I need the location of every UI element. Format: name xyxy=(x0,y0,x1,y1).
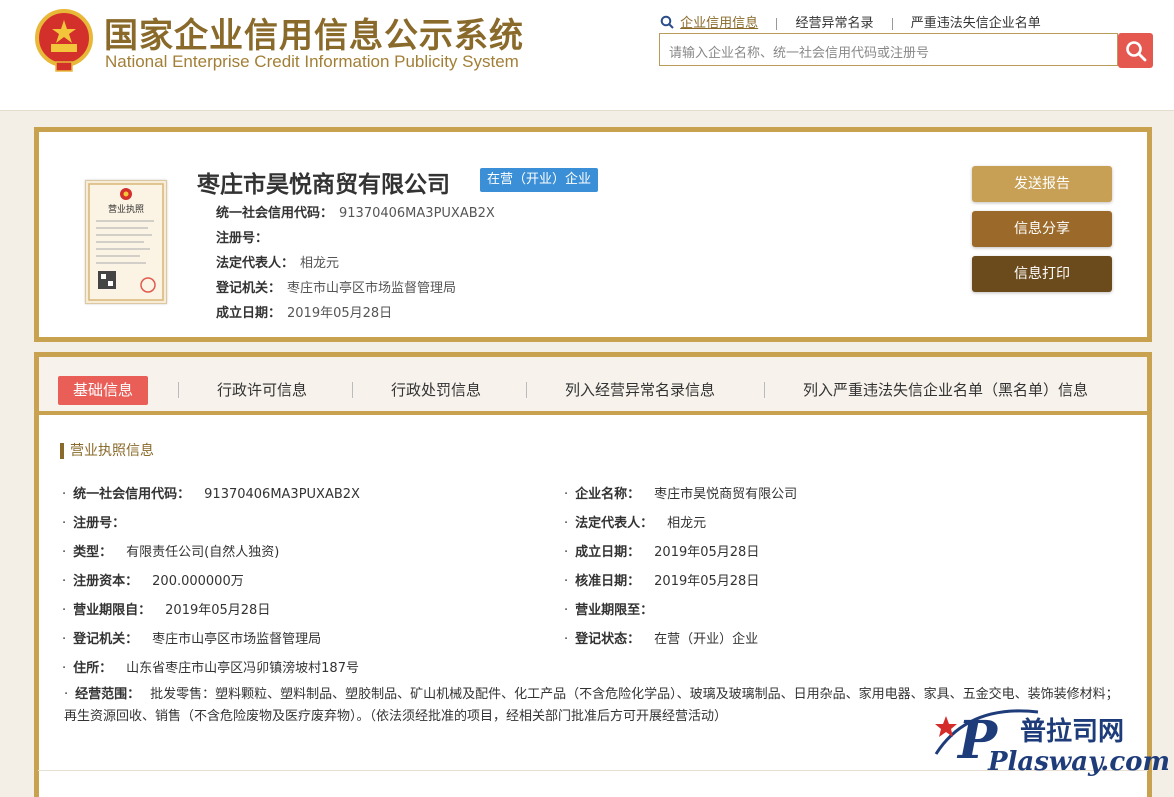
info-label: 登记机关： xyxy=(216,281,282,296)
info-reg-number: 注册号： xyxy=(216,227,274,246)
field-value: 枣庄市昊悦商贸有限公司 xyxy=(654,487,798,502)
tab-admin-penalty[interactable]: 行政处罚信息 xyxy=(391,379,481,400)
field-address: · 住所： 山东省枣庄市山亭区冯卯镇滂坡村187号 xyxy=(62,661,359,676)
field-credit-code: · 统一社会信用代码： 91370406MA3PUXAB2X xyxy=(62,487,360,502)
field-term-from: · 营业期限自： 2019年05月28日 xyxy=(62,603,271,618)
print-info-button[interactable]: 信息打印 xyxy=(972,256,1112,292)
field-reg-number: · 注册号： xyxy=(62,516,126,531)
tab-blacklist[interactable]: 列入严重违法失信企业名单（黑名单）信息 xyxy=(803,379,1088,400)
info-label: 注册号： xyxy=(216,231,269,246)
field-value: 有限责任公司(自然人独资) xyxy=(126,545,280,560)
top-nav: 企业信用信息 经营异常名录 严重违法失信企业名单 xyxy=(660,12,1041,33)
field-type: · 类型： 有限责任公司(自然人独资) xyxy=(62,545,280,560)
license-icon: 营业执照 xyxy=(88,183,164,301)
send-report-button[interactable]: 发送报告 xyxy=(972,166,1112,202)
field-label: 登记机关： xyxy=(73,632,139,647)
info-authority: 登记机关： 枣庄市山亭区市场监督管理局 xyxy=(216,277,456,296)
tab-separator xyxy=(526,382,527,398)
nav-enterprise-credit[interactable]: 企业信用信息 xyxy=(680,12,758,31)
site-title: 国家企业信用信息公示系统 xyxy=(104,16,524,56)
field-label: 登记状态： xyxy=(575,632,641,647)
company-summary-card: 营业执照 枣庄市昊悦商贸有限公司 在营（开业）企业 统一社会信用代码： 91370… xyxy=(34,127,1152,342)
info-legal-rep: 法定代表人： 相龙元 xyxy=(216,252,339,271)
watermark-cn: 普拉司网 xyxy=(1020,716,1124,747)
search-input[interactable]: 请输入企业名称、统一社会信用代码或注册号 xyxy=(659,33,1118,66)
license-title: 营业执照 xyxy=(108,203,144,215)
field-label: 类型： xyxy=(73,545,113,560)
field-value: 枣庄市山亭区市场监督管理局 xyxy=(152,632,322,647)
section-title: 营业执照信息 xyxy=(60,443,154,459)
site-header: 国家企业信用信息公示系统 National Enterprise Credit … xyxy=(0,0,1174,111)
field-term-to: · 营业期限至： xyxy=(564,603,654,618)
field-value: 2019年05月28日 xyxy=(654,574,760,589)
scope-label: 经营范围： xyxy=(75,687,141,702)
field-approval-date: · 核准日期： 2019年05月28日 xyxy=(564,574,760,589)
field-label: 注册资本： xyxy=(73,574,139,589)
status-badge: 在营（开业）企业 xyxy=(480,168,599,192)
watermark-en: Plasway.com xyxy=(987,747,1168,777)
field-label: 营业期限至： xyxy=(575,603,654,618)
info-value: 枣庄市山亭区市场监督管理局 xyxy=(287,281,457,296)
field-value: 山东省枣庄市山亭区冯卯镇滂坡村187号 xyxy=(126,661,359,676)
field-label: 企业名称： xyxy=(575,487,641,502)
share-info-button[interactable]: 信息分享 xyxy=(972,211,1112,247)
tab-separator xyxy=(764,382,765,398)
field-value: 2019年05月28日 xyxy=(165,603,271,618)
nav-separator xyxy=(776,17,778,30)
site-subtitle: National Enterprise Credit Information P… xyxy=(105,52,519,71)
field-value: 在营（开业）企业 xyxy=(654,632,759,647)
nav-separator xyxy=(891,17,893,30)
nav-abnormal-list[interactable]: 经营异常名录 xyxy=(795,12,873,31)
field-label: 成立日期： xyxy=(575,545,641,560)
field-authority: · 登记机关： 枣庄市山亭区市场监督管理局 xyxy=(62,632,322,647)
info-label: 成立日期： xyxy=(216,306,282,321)
info-value: 2019年05月28日 xyxy=(287,306,393,321)
tab-separator xyxy=(352,382,353,398)
company-name: 枣庄市昊悦商贸有限公司 xyxy=(197,172,450,198)
info-label: 法定代表人： xyxy=(216,256,295,271)
plasway-watermark-logo: P 普拉司网 Plasway.com xyxy=(934,709,1168,777)
field-label: 核准日期： xyxy=(575,574,641,589)
field-label: 营业期限自： xyxy=(73,603,152,618)
search-button[interactable] xyxy=(1118,33,1153,68)
national-emblem-icon xyxy=(35,9,93,72)
field-value: 200.000000万 xyxy=(152,574,244,589)
tab-separator xyxy=(178,382,179,398)
nav-blacklist[interactable]: 严重违法失信企业名单 xyxy=(911,12,1041,31)
field-established: · 成立日期： 2019年05月28日 xyxy=(564,545,760,560)
field-label: 住所： xyxy=(73,661,113,676)
info-credit-code: 统一社会信用代码： 91370406MA3PUXAB2X xyxy=(216,202,495,221)
search-icon xyxy=(1125,40,1146,61)
field-label: 法定代表人： xyxy=(575,516,654,531)
tab-admin-license[interactable]: 行政许可信息 xyxy=(217,379,307,400)
field-legal-rep: · 法定代表人： 相龙元 xyxy=(564,516,707,531)
info-value: 91370406MA3PUXAB2X xyxy=(339,206,495,221)
info-established: 成立日期： 2019年05月28日 xyxy=(216,302,392,321)
field-capital: · 注册资本： 200.000000万 xyxy=(62,574,244,589)
tab-bar: 基础信息 行政许可信息 行政处罚信息 列入经营异常名录信息 列入严重违法失信企业… xyxy=(39,357,1147,415)
field-value: 91370406MA3PUXAB2X xyxy=(204,487,360,502)
field-company-name: · 企业名称： 枣庄市昊悦商贸有限公司 xyxy=(564,487,798,502)
search-icon xyxy=(660,15,676,33)
field-value: 相龙元 xyxy=(667,516,707,531)
field-reg-status: · 登记状态： 在营（开业）企业 xyxy=(564,632,759,647)
field-value: 2019年05月28日 xyxy=(654,545,760,560)
business-license-image[interactable]: 营业执照 xyxy=(85,180,167,304)
info-label: 统一社会信用代码： xyxy=(216,206,334,221)
field-label: 注册号： xyxy=(73,516,126,531)
tab-basic-info[interactable]: 基础信息 xyxy=(58,376,149,405)
field-label: 统一社会信用代码： xyxy=(73,487,191,502)
tab-abnormal-list[interactable]: 列入经营异常名录信息 xyxy=(565,379,715,400)
info-value: 相龙元 xyxy=(300,256,340,271)
